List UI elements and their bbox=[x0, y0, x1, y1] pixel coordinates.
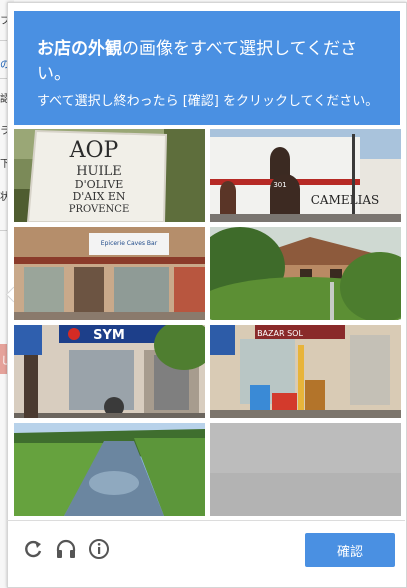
image-grid: AOP HUILE D'OLIVE D'AIX EN PROVENCE 301 … bbox=[14, 129, 402, 516]
svg-text:301: 301 bbox=[273, 181, 286, 189]
svg-text:SYM: SYM bbox=[93, 328, 125, 343]
headphones-icon[interactable] bbox=[55, 538, 77, 560]
challenge-header: お店の外観の画像をすべて選択してください。 すべて選択し終わったら [確認] を… bbox=[14, 11, 400, 125]
tile-shop-banner[interactable]: Epicerie Caves Bar bbox=[14, 227, 205, 320]
tile-blank-road[interactable] bbox=[210, 423, 401, 516]
svg-text:HUILE: HUILE bbox=[76, 164, 122, 179]
svg-text:AOP: AOP bbox=[69, 138, 119, 163]
footer-divider bbox=[7, 520, 405, 521]
svg-text:PROVENCE: PROVENCE bbox=[69, 204, 130, 215]
tile-bazar-shop[interactable]: BAZAR SOL bbox=[210, 325, 401, 418]
challenge-title: お店の外観の画像をすべて選択してください。 bbox=[37, 37, 382, 87]
reload-icon[interactable] bbox=[22, 538, 44, 560]
tile-aop-sign[interactable]: AOP HUILE D'OLIVE D'AIX EN PROVENCE bbox=[14, 129, 205, 222]
tile-river[interactable] bbox=[14, 423, 205, 516]
tile-camelias-building[interactable]: 301 CAMELIAS bbox=[210, 129, 401, 222]
svg-text:CAMELIAS: CAMELIAS bbox=[311, 193, 380, 207]
challenge-subtitle: すべて選択し終わったら [確認] をクリックしてください。 bbox=[37, 94, 379, 109]
info-icon[interactable] bbox=[88, 538, 110, 560]
tile-house-bushes[interactable] bbox=[210, 227, 401, 320]
svg-text:Epicerie Caves Bar: Epicerie Caves Bar bbox=[101, 240, 158, 247]
challenge-target: お店の外観 bbox=[37, 39, 122, 59]
svg-text:D'AIX EN: D'AIX EN bbox=[72, 190, 125, 203]
svg-text:BAZAR SOL: BAZAR SOL bbox=[257, 329, 303, 338]
tile-sym-shop[interactable]: SYM bbox=[14, 325, 205, 418]
verify-button[interactable]: 確認 bbox=[305, 533, 395, 567]
